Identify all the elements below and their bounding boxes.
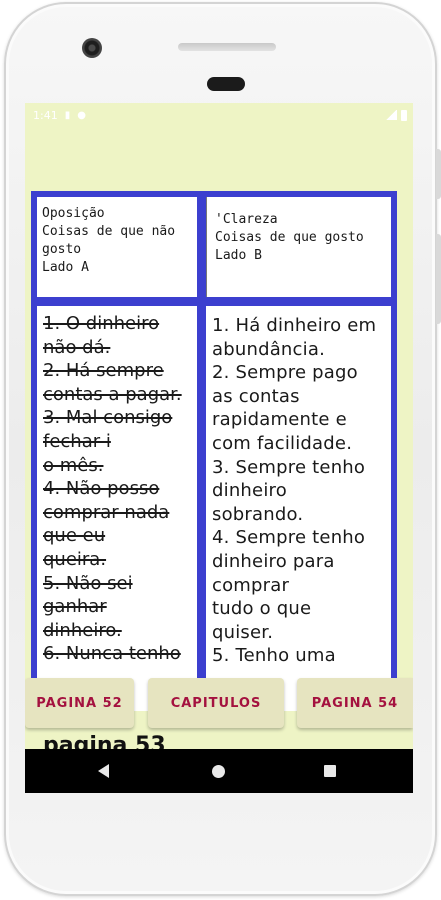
battery-icon	[401, 109, 407, 121]
volume-button	[436, 234, 441, 324]
side-a-list: 1. O dinheiro não dá. 2. Há sempre conta…	[37, 306, 197, 711]
header-cell-side-a: Oposição Coisas de que não gosto Lado A	[37, 197, 197, 297]
header-line: Coisas de que não	[42, 224, 176, 239]
app-screen: 1:41 ▮ ● Oposição Coisas de que não gost…	[25, 103, 413, 793]
content-table: Oposição Coisas de que não gosto Lado A …	[31, 191, 397, 711]
side-b-line: 2. Sempre pago	[212, 362, 358, 384]
side-a-line: 4. Não posso	[43, 478, 160, 500]
side-b-line: as contas	[212, 385, 300, 407]
side-b-line: abundância.	[212, 338, 325, 360]
side-b-line: comprar	[212, 574, 290, 596]
back-icon[interactable]	[98, 764, 109, 778]
image-icon: ▮	[64, 109, 71, 121]
side-b-line: sobrando.	[212, 503, 304, 525]
side-b-line: 5. Tenho uma	[212, 645, 336, 667]
side-a-line: 5. Não sei	[43, 572, 133, 594]
header-line: gosto	[42, 242, 82, 257]
side-a-line: 3. Mal consigo	[43, 407, 173, 429]
earpiece-speaker	[207, 77, 245, 91]
status-time: 1:41	[33, 108, 58, 122]
side-a-line: 6. Nunca tenho	[43, 643, 181, 665]
header-line: Coisas de que gosto	[215, 230, 364, 245]
side-a-line: ganhar	[43, 596, 107, 618]
speaker-grille	[178, 43, 276, 51]
side-b-line: 3. Sempre tenho	[212, 456, 366, 478]
home-icon[interactable]	[212, 764, 225, 778]
side-b-line: tudo o que	[212, 598, 312, 620]
side-a-line: contas a pagar.	[43, 383, 182, 405]
header-line: 'Clareza	[215, 212, 278, 227]
side-a-line: não dá.	[43, 336, 111, 358]
side-b-line: dinheiro	[212, 480, 287, 502]
system-navigation-bar	[25, 749, 413, 793]
side-b-line: com facilidade.	[212, 432, 353, 454]
side-a-line: comprar nada	[43, 501, 170, 523]
side-a-line: o mês.	[43, 454, 104, 476]
side-a-line: 1. O dinheiro	[43, 313, 160, 334]
side-b-line: rapidamente e	[212, 409, 347, 431]
next-page-button[interactable]: PAGINA 54	[297, 678, 413, 728]
side-b-line: 1. Há dinheiro em	[212, 315, 377, 336]
header-cell-side-b: 'Clareza Coisas de que gosto Lado B	[206, 197, 391, 297]
side-b-line: dinheiro para	[212, 550, 335, 572]
side-a-line: 2. Há sempre	[43, 360, 164, 382]
header-line: Oposição	[42, 206, 105, 221]
header-line: Lado A	[42, 260, 89, 275]
side-b-line: quiser.	[212, 621, 274, 643]
side-a-line: queira.	[43, 548, 107, 570]
recents-icon[interactable]	[324, 765, 336, 777]
power-button	[436, 149, 441, 199]
chapters-button[interactable]: CAPITULOS	[148, 678, 284, 728]
side-a-line: fechar i	[43, 430, 111, 452]
header-line: Lado B	[215, 248, 262, 263]
pocket-icon: ●	[77, 109, 86, 121]
previous-page-button[interactable]: PAGINA 52	[25, 678, 134, 728]
signal-icon	[385, 110, 397, 120]
side-b-list: 1. Há dinheiro em abundância. 2. Sempre …	[206, 306, 391, 711]
side-a-line: dinheiro.	[43, 619, 122, 641]
status-bar: 1:41 ▮ ●	[25, 103, 413, 127]
side-a-line: que eu	[43, 525, 106, 547]
front-camera-icon	[82, 38, 102, 58]
side-b-line: 4. Sempre tenho	[212, 527, 366, 549]
